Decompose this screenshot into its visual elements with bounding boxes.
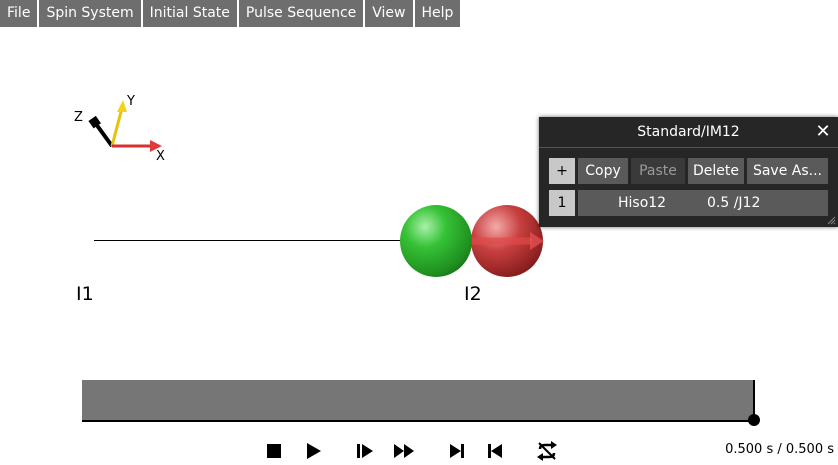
spin-sphere-i1[interactable]	[400, 205, 472, 277]
timeline-track[interactable]	[82, 380, 755, 421]
axis-label-z: Z	[74, 110, 83, 125]
spin-label-i2: I2	[464, 283, 482, 305]
menu-spin-system[interactable]: Spin System	[39, 0, 141, 27]
menu-help[interactable]: Help	[414, 0, 461, 27]
fast-forward-icon[interactable]	[392, 441, 416, 461]
z-axis-line	[94, 122, 114, 148]
paste-button[interactable]: Paste	[631, 158, 685, 184]
menu-view[interactable]: View	[365, 0, 413, 27]
menu-pulse-sequence[interactable]: Pulse Sequence	[238, 0, 364, 27]
y-axis-head	[117, 100, 127, 112]
axes-gizmo: Z Y X	[70, 92, 180, 172]
sequence-row[interactable]: Hiso12 0.5 /J12	[578, 190, 828, 216]
spin-label-i1: I1	[76, 283, 94, 305]
y-axis-line	[110, 107, 124, 147]
menubar: File Spin System Initial State Pulse Seq…	[0, 0, 461, 27]
delete-button[interactable]: Delete	[688, 158, 744, 184]
step-forward-icon[interactable]	[353, 441, 377, 461]
loop-icon[interactable]	[535, 441, 559, 461]
axis-label-x: X	[156, 149, 165, 164]
axis-label-y: Y	[127, 94, 135, 109]
sequence-row-index[interactable]: 1	[549, 190, 575, 216]
spin-vector-arrow	[472, 232, 544, 250]
sequence-row-name: Hiso12	[618, 195, 667, 211]
add-row-button[interactable]: +	[549, 158, 575, 184]
panel-title: Standard/IM12	[637, 124, 740, 140]
sequence-row-duration: 0.5 /J12	[707, 195, 761, 211]
panel-title-bar[interactable]: Standard/IM12 ✕	[539, 117, 838, 147]
timeline-scrubber-handle[interactable]	[748, 414, 760, 426]
close-icon[interactable]: ✕	[814, 117, 832, 147]
skip-to-end-icon[interactable]	[445, 441, 469, 461]
menu-file[interactable]: File	[0, 0, 38, 27]
play-icon[interactable]	[301, 441, 325, 461]
skip-to-start-icon[interactable]	[483, 441, 507, 461]
timeline-baseline	[82, 420, 755, 422]
stop-icon[interactable]	[262, 441, 286, 461]
panel-divider	[539, 147, 838, 148]
save-as-button[interactable]: Save As...	[747, 158, 828, 184]
menu-initial-state[interactable]: Initial State	[142, 0, 237, 27]
spin-coupling-line	[94, 240, 434, 241]
time-readout: 0.500 s / 0.500 s	[725, 442, 834, 457]
resize-grip-icon[interactable]	[826, 215, 836, 225]
copy-button[interactable]: Copy	[578, 158, 628, 184]
pulse-sequence-panel: Standard/IM12 ✕ + Copy Paste Delete Save…	[539, 117, 838, 227]
